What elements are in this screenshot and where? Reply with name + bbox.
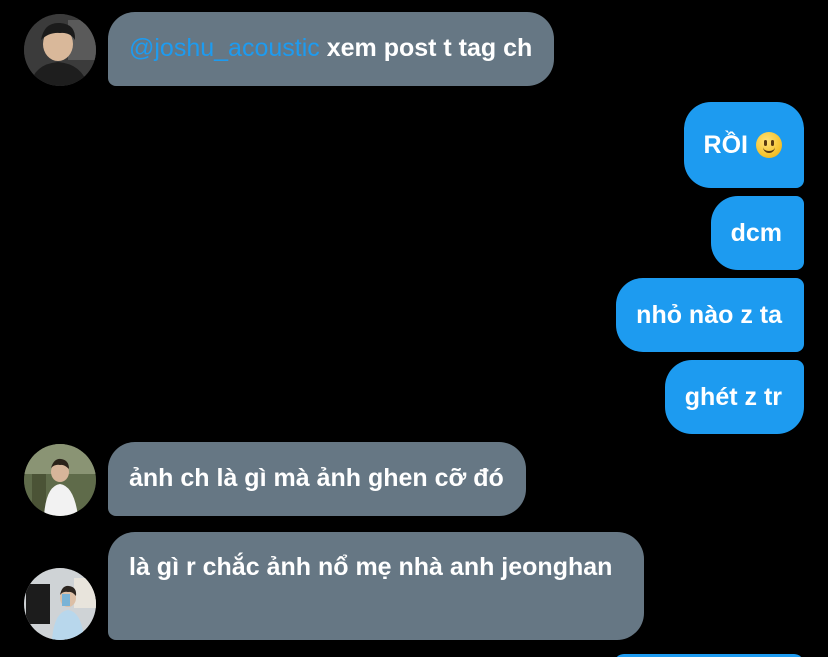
- slightly-smiling-face-icon: [756, 132, 782, 158]
- sender-avatar-1[interactable]: [24, 14, 96, 86]
- incoming-message[interactable]: @joshu_acoustic xem post t tag ch: [108, 12, 555, 86]
- profile-avatar-icon: [24, 568, 96, 640]
- message-text: dcm: [730, 219, 782, 247]
- message-text: xem post t tag ch: [319, 34, 533, 62]
- incoming-message[interactable]: là gì r chắc ảnh nổ mẹ nhà anh jeonghan: [108, 532, 644, 640]
- outgoing-message[interactable]: dcm: [710, 196, 804, 270]
- profile-avatar-icon: [24, 444, 96, 516]
- message-text: RỒI: [703, 131, 748, 159]
- sender-avatar-3[interactable]: [24, 568, 96, 640]
- message-text: nhỏ nào z ta: [636, 301, 782, 329]
- mention-link[interactable]: @joshu_acoustic: [129, 34, 320, 62]
- outgoing-message[interactable]: nhỏ nào z ta: [616, 278, 804, 352]
- message-text: ảnh ch là gì mà ảnh ghen cỡ đó: [129, 464, 504, 492]
- message-text: ghét z tr: [684, 383, 782, 411]
- message-text: là gì r chắc ảnh nổ mẹ nhà anh jeonghan: [129, 553, 613, 581]
- chat-screen: @joshu_acoustic xem post t tag ch RỒI dc…: [0, 0, 828, 657]
- profile-avatar-icon: [24, 14, 96, 86]
- sender-avatar-2[interactable]: [24, 444, 96, 516]
- outgoing-message[interactable]: ghét z tr: [664, 360, 804, 434]
- outgoing-message[interactable]: RỒI: [683, 102, 804, 188]
- incoming-message[interactable]: ảnh ch là gì mà ảnh ghen cỡ đó: [108, 442, 526, 516]
